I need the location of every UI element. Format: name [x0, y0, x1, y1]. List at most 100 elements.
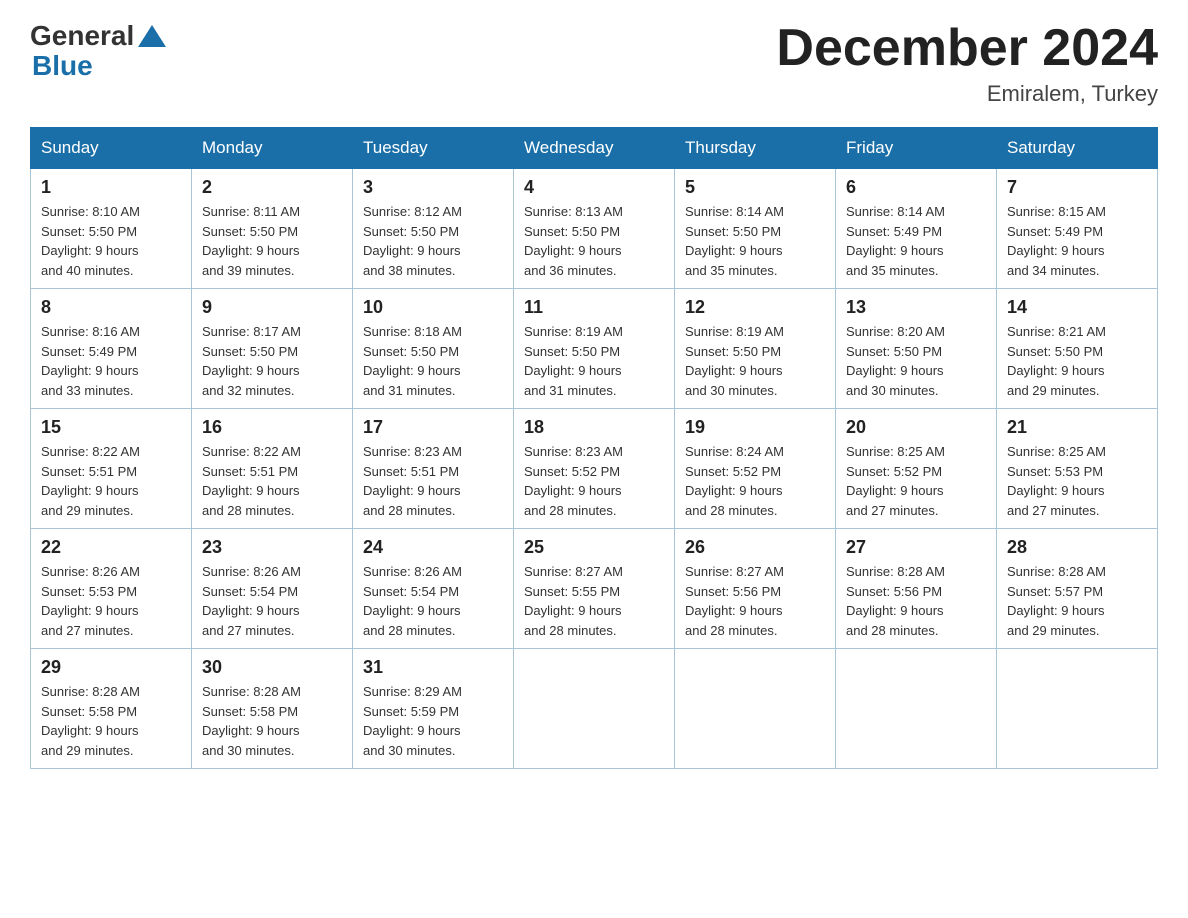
calendar-header-sunday: Sunday: [31, 128, 192, 169]
day-info: Sunrise: 8:13 AMSunset: 5:50 PMDaylight:…: [524, 202, 664, 280]
calendar-cell: 13 Sunrise: 8:20 AMSunset: 5:50 PMDayligh…: [836, 289, 997, 409]
day-info: Sunrise: 8:19 AMSunset: 5:50 PMDaylight:…: [685, 322, 825, 400]
calendar-week-row: 8 Sunrise: 8:16 AMSunset: 5:49 PMDaylight…: [31, 289, 1158, 409]
day-number: 31: [363, 657, 503, 678]
day-number: 3: [363, 177, 503, 198]
day-info: Sunrise: 8:14 AMSunset: 5:50 PMDaylight:…: [685, 202, 825, 280]
calendar-cell: 17Sunrise: 8:23 AMSunset: 5:51 PMDayligh…: [353, 409, 514, 529]
day-number: 15: [41, 417, 181, 438]
calendar-cell: 26 Sunrise: 8:27 AMSunset: 5:56 PMDayligh…: [675, 529, 836, 649]
day-number: 20: [846, 417, 986, 438]
page-title: December 2024: [776, 20, 1158, 77]
calendar-cell: 22Sunrise: 8:26 AMSunset: 5:53 PMDayligh…: [31, 529, 192, 649]
calendar-cell: 10Sunrise: 8:18 AMSunset: 5:50 PMDayligh…: [353, 289, 514, 409]
calendar-cell: 16 Sunrise: 8:22 AMSunset: 5:51 PMDayligh…: [192, 409, 353, 529]
calendar-cell: 19 Sunrise: 8:24 AMSunset: 5:52 PMDayligh…: [675, 409, 836, 529]
calendar-cell: 28 Sunrise: 8:28 AMSunset: 5:57 PMDayligh…: [997, 529, 1158, 649]
day-info: Sunrise: 8:28 AMSunset: 5:57 PMDaylight:…: [1007, 562, 1147, 640]
calendar-header-saturday: Saturday: [997, 128, 1158, 169]
day-number: 1: [41, 177, 181, 198]
day-number: 29: [41, 657, 181, 678]
title-section: December 2024 Emiralem, Turkey: [776, 20, 1158, 107]
calendar-week-row: 22Sunrise: 8:26 AMSunset: 5:53 PMDayligh…: [31, 529, 1158, 649]
day-number: 28: [1007, 537, 1147, 558]
day-info: Sunrise: 8:26 AMSunset: 5:54 PMDaylight:…: [202, 562, 342, 640]
logo-blue-text: Blue: [32, 50, 93, 81]
day-info: Sunrise: 8:27 AMSunset: 5:55 PMDaylight:…: [524, 562, 664, 640]
day-number: 27: [846, 537, 986, 558]
calendar-cell: [997, 649, 1158, 769]
day-number: 4: [524, 177, 664, 198]
calendar-cell: 2 Sunrise: 8:11 AMSunset: 5:50 PMDaylight…: [192, 169, 353, 289]
calendar-week-row: 15 Sunrise: 8:22 AMSunset: 5:51 PMDayligh…: [31, 409, 1158, 529]
day-number: 14: [1007, 297, 1147, 318]
logo-text: General: [30, 20, 166, 52]
calendar-cell: 29 Sunrise: 8:28 AMSunset: 5:58 PMDayligh…: [31, 649, 192, 769]
calendar-table: SundayMondayTuesdayWednesdayThursdayFrid…: [30, 127, 1158, 769]
page-header: General Blue December 2024 Emiralem, Tur…: [30, 20, 1158, 107]
day-number: 2: [202, 177, 342, 198]
calendar-week-row: 29 Sunrise: 8:28 AMSunset: 5:58 PMDayligh…: [31, 649, 1158, 769]
day-number: 21: [1007, 417, 1147, 438]
day-number: 18: [524, 417, 664, 438]
calendar-cell: 12Sunrise: 8:19 AMSunset: 5:50 PMDayligh…: [675, 289, 836, 409]
calendar-cell: 18Sunrise: 8:23 AMSunset: 5:52 PMDayligh…: [514, 409, 675, 529]
day-info: Sunrise: 8:22 AMSunset: 5:51 PMDaylight:…: [41, 442, 181, 520]
day-info: Sunrise: 8:19 AMSunset: 5:50 PMDaylight:…: [524, 322, 664, 400]
calendar-cell: 21 Sunrise: 8:25 AMSunset: 5:53 PMDayligh…: [997, 409, 1158, 529]
day-info: Sunrise: 8:17 AMSunset: 5:50 PMDaylight:…: [202, 322, 342, 400]
logo: General Blue: [30, 20, 166, 82]
day-number: 10: [363, 297, 503, 318]
calendar-cell: 31 Sunrise: 8:29 AMSunset: 5:59 PMDayligh…: [353, 649, 514, 769]
calendar-cell: 1 Sunrise: 8:10 AMSunset: 5:50 PMDaylight…: [31, 169, 192, 289]
logo-general-text: General: [30, 20, 134, 52]
calendar-cell: 24Sunrise: 8:26 AMSunset: 5:54 PMDayligh…: [353, 529, 514, 649]
day-number: 19: [685, 417, 825, 438]
day-info: Sunrise: 8:20 AMSunset: 5:50 PMDaylight:…: [846, 322, 986, 400]
day-number: 13: [846, 297, 986, 318]
page-subtitle: Emiralem, Turkey: [776, 81, 1158, 107]
day-number: 26: [685, 537, 825, 558]
calendar-header-thursday: Thursday: [675, 128, 836, 169]
calendar-cell: 30 Sunrise: 8:28 AMSunset: 5:58 PMDayligh…: [192, 649, 353, 769]
day-number: 11: [524, 297, 664, 318]
calendar-cell: 7 Sunrise: 8:15 AMSunset: 5:49 PMDaylight…: [997, 169, 1158, 289]
day-number: 16: [202, 417, 342, 438]
day-info: Sunrise: 8:24 AMSunset: 5:52 PMDaylight:…: [685, 442, 825, 520]
calendar-header-tuesday: Tuesday: [353, 128, 514, 169]
day-info: Sunrise: 8:16 AMSunset: 5:49 PMDaylight:…: [41, 322, 181, 400]
day-info: Sunrise: 8:27 AMSunset: 5:56 PMDaylight:…: [685, 562, 825, 640]
day-info: Sunrise: 8:25 AMSunset: 5:53 PMDaylight:…: [1007, 442, 1147, 520]
day-info: Sunrise: 8:29 AMSunset: 5:59 PMDaylight:…: [363, 682, 503, 760]
calendar-cell: 20 Sunrise: 8:25 AMSunset: 5:52 PMDayligh…: [836, 409, 997, 529]
calendar-cell: 15 Sunrise: 8:22 AMSunset: 5:51 PMDayligh…: [31, 409, 192, 529]
calendar-cell: 8 Sunrise: 8:16 AMSunset: 5:49 PMDaylight…: [31, 289, 192, 409]
calendar-cell: [514, 649, 675, 769]
day-info: Sunrise: 8:15 AMSunset: 5:49 PMDaylight:…: [1007, 202, 1147, 280]
calendar-cell: [836, 649, 997, 769]
day-info: Sunrise: 8:25 AMSunset: 5:52 PMDaylight:…: [846, 442, 986, 520]
day-number: 30: [202, 657, 342, 678]
day-number: 17: [363, 417, 503, 438]
day-info: Sunrise: 8:28 AMSunset: 5:58 PMDaylight:…: [202, 682, 342, 760]
day-number: 7: [1007, 177, 1147, 198]
calendar-header-friday: Friday: [836, 128, 997, 169]
calendar-cell: 6Sunrise: 8:14 AMSunset: 5:49 PMDaylight…: [836, 169, 997, 289]
day-info: Sunrise: 8:21 AMSunset: 5:50 PMDaylight:…: [1007, 322, 1147, 400]
day-info: Sunrise: 8:28 AMSunset: 5:56 PMDaylight:…: [846, 562, 986, 640]
day-info: Sunrise: 8:26 AMSunset: 5:54 PMDaylight:…: [363, 562, 503, 640]
day-number: 6: [846, 177, 986, 198]
day-info: Sunrise: 8:28 AMSunset: 5:58 PMDaylight:…: [41, 682, 181, 760]
calendar-cell: 3Sunrise: 8:12 AMSunset: 5:50 PMDaylight…: [353, 169, 514, 289]
calendar-header-row: SundayMondayTuesdayWednesdayThursdayFrid…: [31, 128, 1158, 169]
calendar-week-row: 1 Sunrise: 8:10 AMSunset: 5:50 PMDaylight…: [31, 169, 1158, 289]
calendar-cell: 11 Sunrise: 8:19 AMSunset: 5:50 PMDayligh…: [514, 289, 675, 409]
day-info: Sunrise: 8:22 AMSunset: 5:51 PMDaylight:…: [202, 442, 342, 520]
day-info: Sunrise: 8:11 AMSunset: 5:50 PMDaylight:…: [202, 202, 342, 280]
day-number: 8: [41, 297, 181, 318]
logo-triangle-icon: [138, 25, 166, 47]
calendar-cell: 23Sunrise: 8:26 AMSunset: 5:54 PMDayligh…: [192, 529, 353, 649]
calendar-cell: 25Sunrise: 8:27 AMSunset: 5:55 PMDayligh…: [514, 529, 675, 649]
day-info: Sunrise: 8:10 AMSunset: 5:50 PMDaylight:…: [41, 202, 181, 280]
calendar-cell: 27 Sunrise: 8:28 AMSunset: 5:56 PMDayligh…: [836, 529, 997, 649]
